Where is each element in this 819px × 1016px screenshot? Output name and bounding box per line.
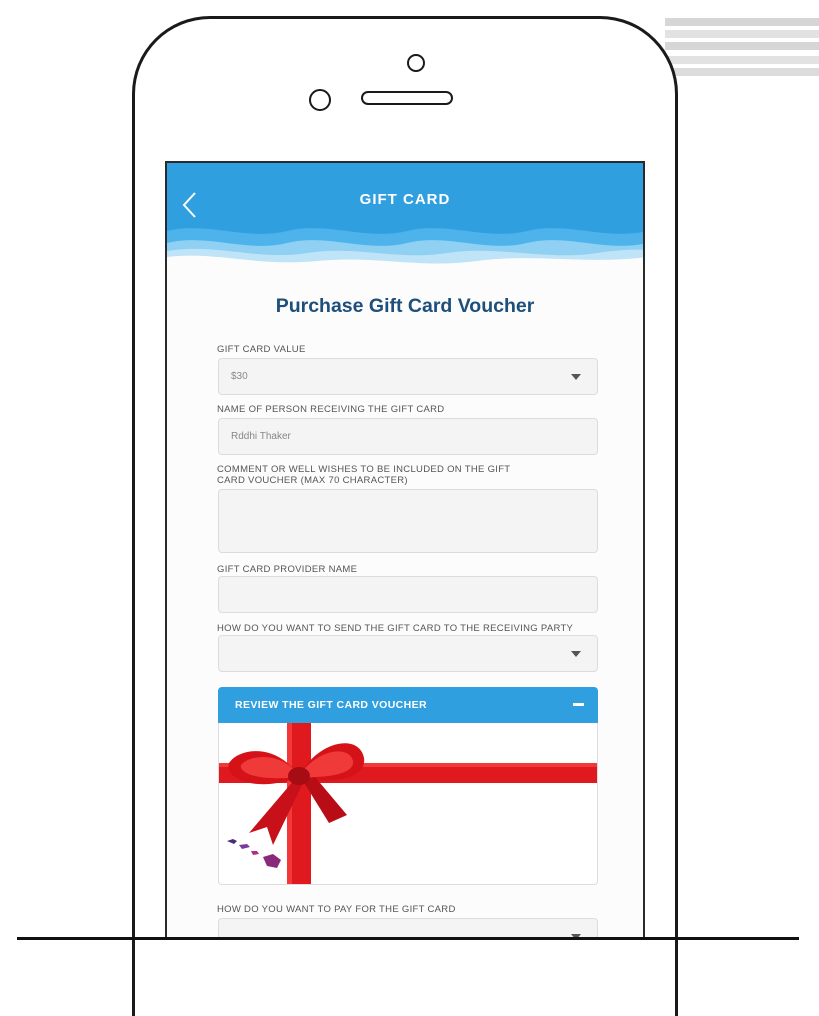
speaker-icon [361,91,453,105]
page-title: Purchase Gift Card Voucher [275,295,535,317]
send-method-select[interactable] [218,635,598,672]
gift-card-voucher-preview [218,723,598,885]
provider-name-label: GIFT CARD PROVIDER NAME [217,564,358,575]
chevron-down-icon [571,374,581,380]
pay-method-select[interactable] [218,918,598,937]
gift-card-value-select[interactable]: $30 [218,358,598,395]
review-voucher-toggle[interactable]: REVIEW THE GIFT CARD VOUCHER [218,687,598,723]
pay-method-label: HOW DO YOU WANT TO PAY FOR THE GIFT CARD [217,904,456,915]
comment-textarea[interactable] [218,489,598,553]
bottom-divider [17,937,799,940]
minus-icon[interactable] [573,703,584,706]
wave-decoration [167,228,643,268]
front-sensor-icon [309,89,331,111]
gift-card-value-label: GIFT CARD VALUE [217,344,306,355]
review-voucher-title: REVIEW THE GIFT CARD VOUCHER [235,699,428,711]
provider-name-input[interactable] [218,576,598,613]
app-screen: GIFT CARD Purchase Gift Card Voucher GIF… [165,161,645,937]
camera-icon [407,54,425,72]
background-stripes [665,18,819,78]
gift-ribbon-image [219,723,597,884]
chevron-down-icon [571,651,581,657]
recipient-name-input[interactable]: Rddhi Thaker [218,418,598,455]
app-header: GIFT CARD [167,163,643,268]
gift-card-value-text: $30 [231,371,248,382]
send-method-label: HOW DO YOU WANT TO SEND THE GIFT CARD TO… [217,623,574,634]
recipient-name-text: Rddhi Thaker [231,431,291,442]
header-title: GIFT CARD [359,191,451,208]
recipient-name-label: NAME OF PERSON RECEIVING THE GIFT CARD [217,404,445,415]
comment-label: COMMENT OR WELL WISHES TO BE INCLUDED ON… [217,464,511,486]
